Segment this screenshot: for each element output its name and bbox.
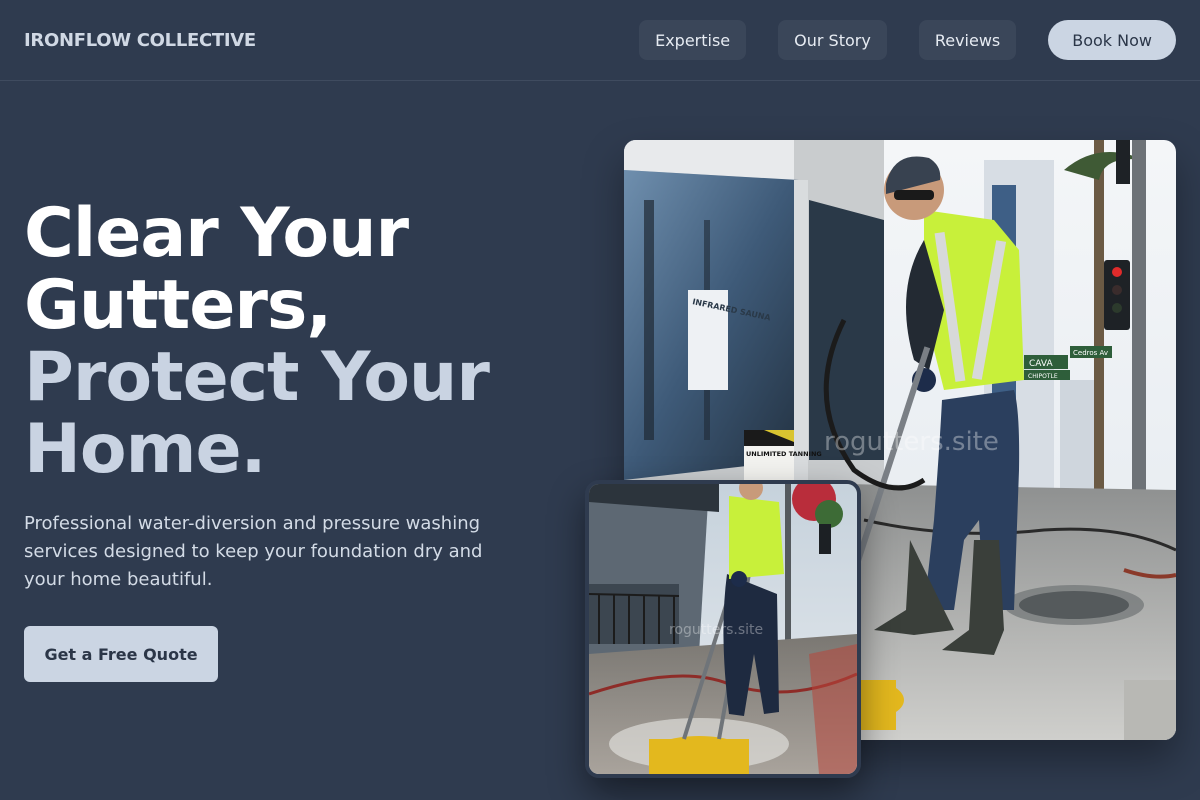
hero-title-line-1: Clear Your bbox=[24, 194, 409, 273]
hero-subtitle: Professional water-diversion and pressur… bbox=[24, 513, 483, 590]
sign-tanning: UNLIMITED TANNING bbox=[746, 450, 822, 458]
hero-title-line-4: Home. bbox=[24, 410, 266, 489]
hero-title-line-3: Protect Your bbox=[24, 338, 490, 417]
sign-chipotle: CHIPOTLE bbox=[1028, 373, 1058, 380]
main-nav: Expertise Our Story Reviews Book Now bbox=[639, 20, 1176, 60]
watermark-inset: rogutters.site bbox=[669, 622, 763, 638]
brand-logo[interactable]: IRONFLOW COLLECTIVE bbox=[24, 30, 256, 51]
nav-our-story[interactable]: Our Story bbox=[778, 20, 887, 60]
site-header: IRONFLOW COLLECTIVE Expertise Our Story … bbox=[0, 0, 1200, 81]
sign-cedros: Cedros Av bbox=[1073, 349, 1108, 357]
free-quote-button[interactable]: Get a Free Quote bbox=[24, 626, 218, 682]
watermark-main: rogutters.site bbox=[824, 427, 999, 457]
book-now-button[interactable]: Book Now bbox=[1048, 20, 1176, 60]
nav-expertise[interactable]: Expertise bbox=[639, 20, 747, 60]
sign-cava: CAVA bbox=[1029, 359, 1053, 369]
hero-title: Clear Your Gutters, Protect Your Home. bbox=[24, 198, 584, 486]
hero-photo-inset: rogutters.site bbox=[585, 480, 861, 778]
hero-title-line-2: Gutters, bbox=[24, 266, 332, 345]
nav-reviews[interactable]: Reviews bbox=[918, 20, 1017, 60]
